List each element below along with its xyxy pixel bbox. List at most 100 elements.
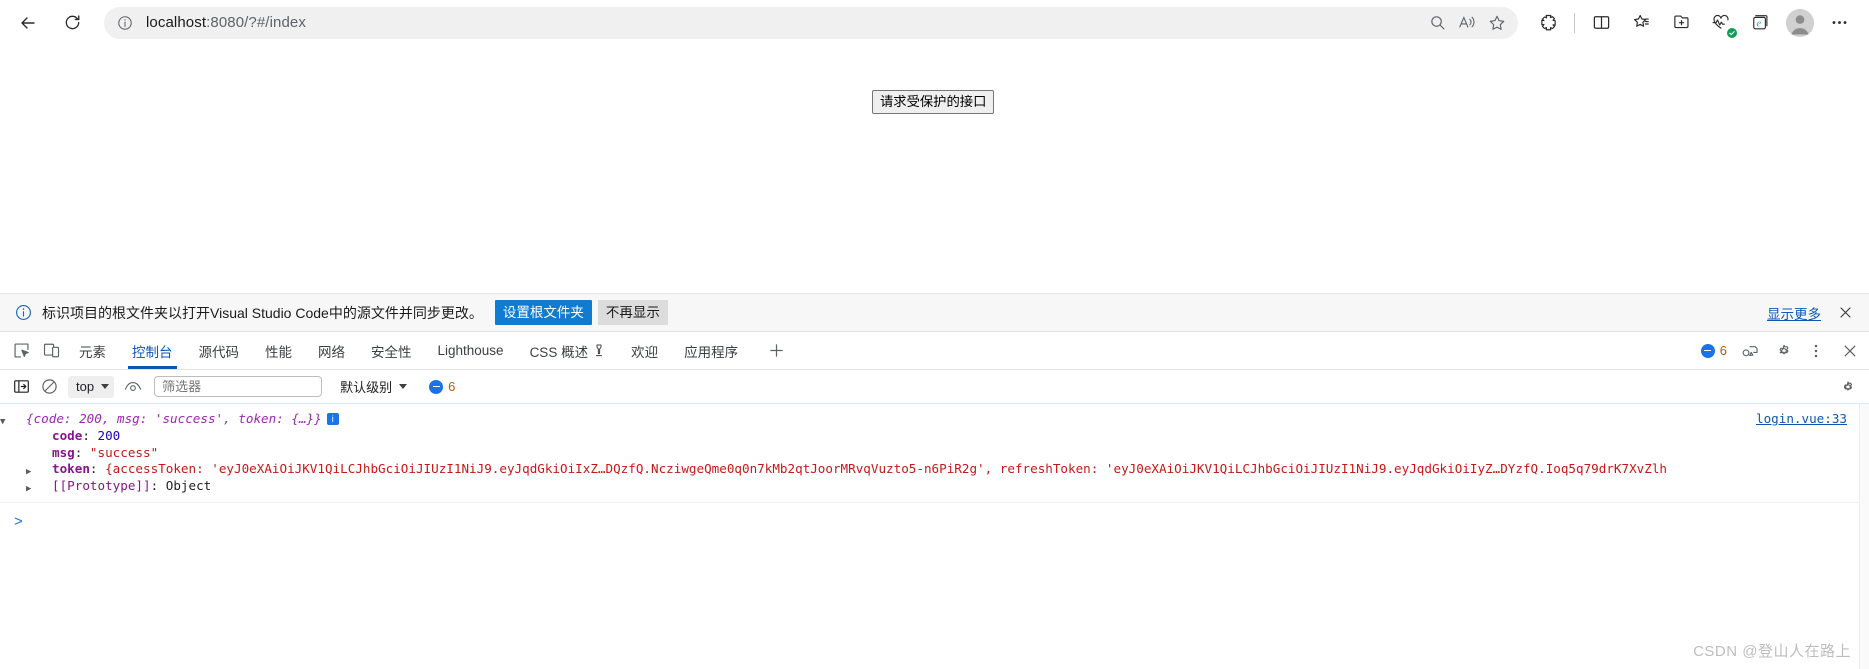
info-badge-icon: i — [326, 413, 339, 425]
issue-bubble-icon — [1700, 343, 1715, 358]
console-issues-count-label: 6 — [448, 379, 456, 394]
back-arrow-icon — [21, 16, 35, 29]
property-key: token — [52, 461, 90, 477]
read-aloud-icon[interactable] — [1452, 9, 1482, 37]
notification-message: 标识项目的根文件夹以打开Visual Studio Code中的源文件并同步更改… — [42, 304, 483, 321]
reload-button[interactable] — [54, 5, 90, 41]
issues-counter[interactable]: 6 — [1695, 332, 1733, 369]
tab-network[interactable]: 网络 — [305, 332, 358, 369]
tab-elements[interactable]: 元素 — [66, 332, 119, 369]
tab-security[interactable]: 安全性 — [358, 332, 425, 369]
property-key: code — [52, 427, 83, 443]
console-line-code[interactable]: code: 200 — [0, 428, 1869, 445]
devtools-more-icon[interactable] — [1801, 332, 1831, 369]
collections-icon[interactable] — [1624, 6, 1658, 40]
execution-context-select[interactable]: top — [68, 375, 115, 398]
console-line-preview[interactable]: {code: 200, msg: 'success', token: {…}} i — [0, 411, 1869, 428]
show-more-link[interactable]: 显示更多 — [1767, 303, 1821, 323]
favorite-star-icon[interactable] — [1482, 9, 1512, 37]
tab-label: 性能 — [265, 344, 292, 360]
address-bar[interactable]: localhost:8080/?#/index — [104, 6, 1518, 39]
reload-icon — [65, 15, 79, 30]
console-message-group[interactable]: login.vue:33 {code: 200, msg: 'success',… — [0, 404, 1869, 503]
devtools-panel: 元素 控制台 源代码 性能 网络 安全性 Lighthouse CSS 概述 欢… — [0, 332, 1869, 669]
tab-label: CSS 概述 — [529, 344, 589, 360]
issue-bubble-icon — [429, 379, 444, 394]
url-text[interactable]: localhost:8080/?#/index — [138, 14, 1422, 31]
devtools-notification-bar: 标识项目的根文件夹以打开Visual Studio Code中的源文件并同步更改… — [0, 294, 1869, 332]
profile-avatar-icon[interactable] — [1786, 8, 1814, 37]
add-tab-group-icon[interactable] — [1664, 6, 1698, 40]
console-settings-icon[interactable] — [1835, 374, 1861, 400]
tab-css-overview[interactable]: CSS 概述 — [517, 332, 619, 369]
site-info-icon[interactable] — [112, 10, 138, 36]
execution-context-value: top — [76, 379, 95, 394]
url-path: :8080/?#/index — [206, 14, 306, 31]
console-filter-input[interactable] — [154, 376, 323, 397]
watermark: CSDN @登山人在路上 — [1693, 643, 1851, 660]
svg-text:e: e — [1757, 19, 1762, 30]
info-circle-icon — [12, 302, 34, 324]
console-prompt[interactable]: > — [0, 503, 1869, 533]
property-value: 200 — [97, 427, 121, 443]
console-line-msg[interactable]: msg: "success" — [0, 445, 1869, 462]
tab-sources[interactable]: 源代码 — [186, 332, 253, 369]
tabbar-spacer — [793, 332, 1695, 369]
tab-application[interactable]: 应用程序 — [671, 332, 751, 369]
tab-label: Lighthouse — [437, 343, 504, 358]
devtools-close-icon[interactable] — [1831, 332, 1869, 369]
console-line-prototype[interactable]: [[Prototype]]: Object — [0, 478, 1869, 502]
console-toolbar: top 默认级别 6 — [0, 370, 1869, 404]
request-protected-api-button[interactable]: 请求受保护的接口 — [872, 90, 995, 114]
settings-more-icon[interactable] — [1822, 6, 1856, 40]
chevron-down-icon — [399, 384, 408, 389]
log-level-select[interactable]: 默认级别 — [340, 377, 408, 396]
inspect-element-icon[interactable] — [6, 332, 36, 369]
console-issues-counter[interactable]: 6 — [423, 379, 461, 394]
console-output[interactable]: login.vue:33 {code: 200, msg: 'success',… — [0, 404, 1869, 669]
tab-label: 欢迎 — [631, 344, 659, 360]
property-colon: : — [150, 478, 166, 494]
expand-toggle-icon[interactable] — [26, 481, 38, 498]
ie-mode-icon[interactable]: e — [1744, 6, 1778, 40]
devtools-settings-icon[interactable] — [1767, 332, 1801, 369]
page-viewport: 请求受保护的接口 — [0, 45, 1869, 294]
tab-welcome[interactable]: 欢迎 — [618, 332, 671, 369]
property-colon: : — [89, 461, 106, 477]
more-tabs-icon[interactable] — [759, 332, 793, 369]
console-scrollbar[interactable] — [1859, 404, 1869, 669]
device-toolbar-icon[interactable] — [36, 332, 66, 369]
log-level-value: 默认级别 — [340, 380, 393, 395]
tab-label: 应用程序 — [684, 344, 739, 360]
tab-performance[interactable]: 性能 — [252, 332, 305, 369]
tab-label: 安全性 — [371, 344, 412, 360]
clear-console-icon[interactable] — [36, 374, 62, 400]
tab-label: 源代码 — [198, 344, 240, 360]
extensions-icon[interactable] — [1531, 6, 1565, 40]
tab-label: 元素 — [79, 344, 106, 360]
devtools-tabbar: 元素 控制台 源代码 性能 网络 安全性 Lighthouse CSS 概述 欢… — [0, 332, 1869, 370]
console-line-token[interactable]: token: {accessToken: 'eyJ0eXAiOiJKV1QiLC… — [0, 461, 1869, 478]
browser-window: localhost:8080/?#/index e 请求受保护的接口 标识项目的… — [0, 0, 1869, 669]
toolbar-divider — [1574, 12, 1575, 33]
browser-toolbar: localhost:8080/?#/index e — [0, 0, 1869, 45]
wrench-icon — [593, 344, 605, 357]
live-expression-icon[interactable] — [120, 374, 146, 400]
object-preview-text: {code: 200, msg: 'success', token: {…}} — [26, 411, 322, 426]
customize-devtools-icon[interactable] — [1733, 332, 1767, 369]
performance-icon[interactable] — [1704, 6, 1738, 40]
console-sidebar-icon[interactable] — [8, 374, 34, 400]
split-screen-icon[interactable] — [1584, 6, 1618, 40]
prompt-caret-icon: > — [14, 513, 23, 531]
back-button[interactable] — [10, 5, 46, 41]
property-colon: : — [74, 444, 90, 460]
tab-console[interactable]: 控制台 — [119, 332, 186, 369]
set-root-folder-button[interactable]: 设置根文件夹 — [494, 300, 592, 325]
property-value: {accessToken: 'eyJ0eXAiOiJKV1QiLCJhbGciO… — [105, 461, 1668, 477]
search-icon[interactable] — [1422, 9, 1452, 37]
issues-count-label: 6 — [1719, 343, 1727, 358]
tab-lighthouse[interactable]: Lighthouse — [425, 332, 517, 369]
dont-show-again-button[interactable]: 不再显示 — [597, 300, 668, 325]
close-icon[interactable] — [1835, 303, 1855, 323]
property-value: Object — [165, 478, 212, 494]
